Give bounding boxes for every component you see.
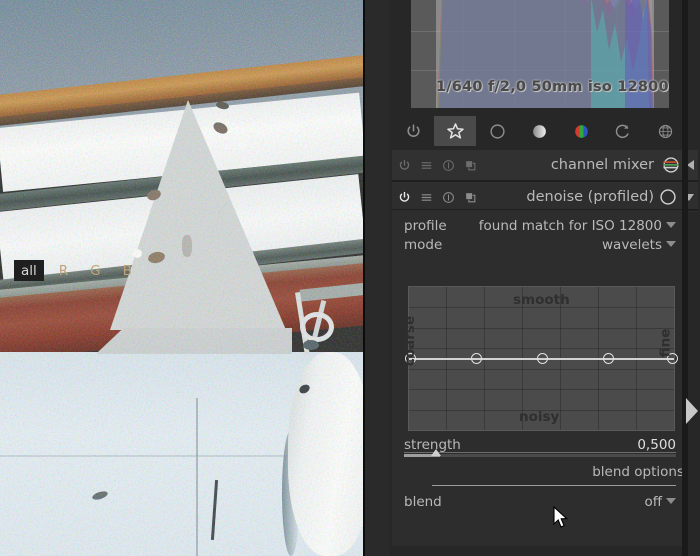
photo-right-edge: [363, 0, 365, 556]
chevron-down-icon[interactable]: [666, 498, 676, 504]
wavelet-label-coarse: coarse: [402, 315, 419, 367]
power-icon[interactable]: [398, 159, 411, 172]
blend-row[interactable]: blend off: [404, 494, 676, 513]
mode-row[interactable]: mode wavelets: [404, 237, 676, 256]
wavelet-label-noisy: noisy: [519, 409, 560, 425]
wavelet-node[interactable]: [471, 353, 482, 364]
module-group-effect[interactable]: [644, 116, 686, 146]
wavelet-label-fine: fine: [657, 328, 674, 358]
histogram-exif-label: 1/640 f/2,0 50mm iso 12800: [436, 79, 669, 95]
blend-options-label[interactable]: blend options: [592, 464, 684, 480]
module-group-tone[interactable]: [518, 116, 560, 146]
module-header-icons: [398, 150, 477, 180]
wavelet-node[interactable]: [537, 353, 548, 364]
histogram-widget[interactable]: 1/640 f/2,0 50mm iso 12800: [411, 0, 669, 108]
blend-value[interactable]: off: [644, 494, 662, 510]
reset-icon[interactable]: [464, 191, 477, 204]
module-group-color[interactable]: [560, 116, 602, 146]
wavelet-gridline-h: [409, 369, 674, 370]
module-group-favorites[interactable]: [434, 116, 476, 146]
darktable-darkroom-window: 1/640 f/2,0 50mm iso 12800 channel mixer…: [0, 0, 700, 556]
module-group-correct[interactable]: [602, 116, 644, 146]
blend-label: blend: [404, 494, 442, 510]
star-icon: [446, 122, 464, 139]
module-title-channel-mixer[interactable]: channel mixer: [551, 150, 654, 180]
multi-instance-icon[interactable]: [442, 191, 455, 204]
circle-icon: [489, 123, 505, 139]
presets-icon[interactable]: [420, 191, 433, 204]
module-group-basic[interactable]: [476, 116, 518, 146]
gradient-circle-icon: [532, 124, 546, 138]
profile-value[interactable]: found match for ISO 12800: [479, 218, 662, 234]
module-header-icons: [398, 182, 477, 212]
strength-slider-track[interactable]: [404, 454, 676, 457]
strength-slider-underline: [404, 452, 676, 453]
wavelet-gridline-h: [409, 389, 674, 390]
presets-icon[interactable]: [420, 159, 433, 172]
mode-label: mode: [404, 237, 443, 253]
module-group-bar: [390, 116, 700, 148]
chevron-down-icon[interactable]: [666, 241, 676, 247]
wavelet-node[interactable]: [603, 353, 614, 364]
panel-gutter: [682, 0, 688, 556]
channel-tab-b[interactable]: B: [116, 260, 139, 281]
channel-tab-bar: all R G B: [14, 260, 134, 281]
mode-value[interactable]: wavelets: [602, 237, 662, 253]
denoise-circle-icon[interactable]: [658, 187, 678, 207]
module-group-active[interactable]: [392, 116, 434, 146]
wavelet-gridline-h: [409, 348, 674, 349]
rgb-circle-icon: [574, 124, 588, 138]
reset-icon[interactable]: [464, 159, 477, 172]
strength-value[interactable]: 0,500: [637, 437, 676, 453]
module-collapse-caret-left-icon[interactable]: [687, 160, 694, 170]
module-title-denoise[interactable]: denoise (profiled): [526, 182, 654, 212]
profile-row[interactable]: profile found match for ISO 12800: [404, 218, 676, 237]
multi-instance-icon[interactable]: [442, 159, 455, 172]
channel-mixer-icon[interactable]: [661, 155, 681, 175]
panel-collapse-handle[interactable]: [686, 398, 698, 424]
wavelet-label-smooth: smooth: [513, 292, 570, 308]
power-icon[interactable]: [398, 191, 411, 204]
blend-options-rule: [432, 485, 676, 486]
module-header-channel-mixer[interactable]: channel mixer: [392, 150, 698, 180]
wavelet-gridline-h: [409, 328, 674, 329]
module-header-right: [658, 182, 694, 212]
sphere-grid-icon: [658, 124, 672, 138]
power-icon: [406, 123, 420, 137]
profile-label: profile: [404, 218, 447, 234]
channel-tab-g[interactable]: G: [83, 260, 107, 281]
loop-arrow-icon: [615, 124, 629, 139]
module-header-right: [661, 150, 694, 180]
module-header-denoise[interactable]: denoise (profiled): [392, 182, 698, 212]
channel-tab-all[interactable]: all: [14, 260, 44, 281]
channel-tab-r[interactable]: R: [52, 260, 75, 281]
chevron-down-icon[interactable]: [666, 222, 676, 228]
wavelet-curve-editor[interactable]: smooth noisy coarse fine: [402, 286, 678, 431]
strength-slider-knob[interactable]: [431, 449, 441, 456]
